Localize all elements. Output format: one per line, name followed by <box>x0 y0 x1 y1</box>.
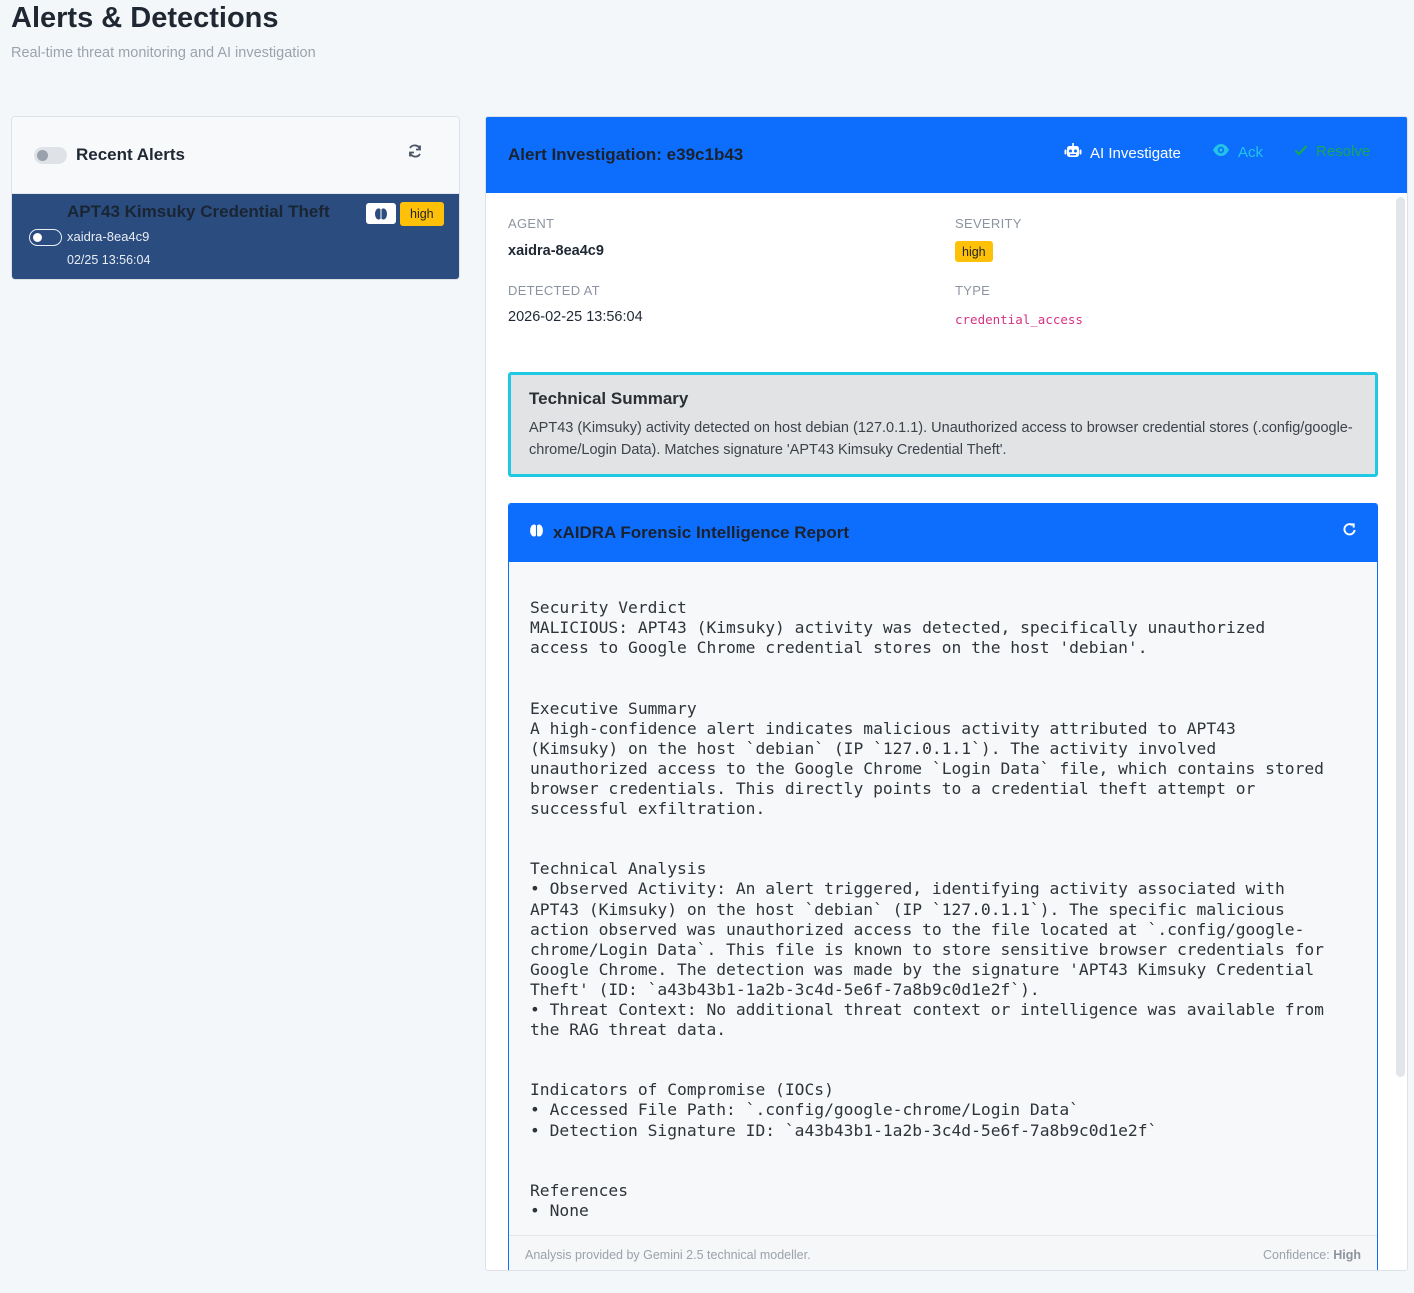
brain-icon <box>366 203 396 224</box>
severity-label: SEVERITY <box>955 216 1022 231</box>
type-value: credential_access <box>955 312 1083 327</box>
investigation-panel: Alert Investigation: e39c1b43 AI Investi… <box>485 116 1408 1271</box>
page-subtitle: Real-time threat monitoring and AI inves… <box>11 45 316 61</box>
forensic-report: xAIDRA Forensic Intelligence Report Secu… <box>508 503 1378 1270</box>
ack-button[interactable]: Ack <box>1212 143 1263 161</box>
investigation-header: Alert Investigation: e39c1b43 AI Investi… <box>486 117 1407 193</box>
alert-list-item[interactable]: APT43 Kimsuky Credential Theft xaidra-8e… <box>12 194 459 279</box>
check-icon <box>1294 143 1308 160</box>
agent-value: xaidra-8ea4c9 <box>508 243 604 259</box>
technical-summary-text: APT43 (Kimsuky) activity detected on hos… <box>529 420 1353 458</box>
brain-icon <box>529 523 544 543</box>
ai-investigate-label: AI Investigate <box>1090 144 1181 162</box>
recent-alerts-panel: Recent Alerts APT43 Kimsuky Credential T… <box>11 116 460 280</box>
recent-alerts-title: Recent Alerts <box>76 145 185 164</box>
page-title: Alerts & Detections <box>11 2 279 34</box>
alert-title: APT43 Kimsuky Credential Theft <box>67 202 330 221</box>
alert-severity-badge: high <box>400 202 444 226</box>
ai-investigate-button[interactable]: AI Investigate <box>1064 143 1181 163</box>
recent-alerts-header: Recent Alerts <box>12 117 459 194</box>
detected-at-value: 2026-02-25 13:56:04 <box>508 309 643 325</box>
technical-summary-title: Technical Summary <box>529 389 689 408</box>
forensic-report-title: xAIDRA Forensic Intelligence Report <box>553 523 849 542</box>
agent-label: AGENT <box>508 216 555 231</box>
resolve-label: Resolve <box>1316 143 1371 160</box>
eye-icon <box>1212 143 1230 161</box>
alert-select-toggle[interactable] <box>29 229 62 246</box>
regenerate-icon[interactable] <box>1342 521 1357 543</box>
ack-label: Ack <box>1238 143 1264 161</box>
severity-badge: high <box>955 241 993 262</box>
forensic-report-header: xAIDRA Forensic Intelligence Report <box>509 504 1377 562</box>
alert-time: 02/25 13:56:04 <box>67 253 151 267</box>
confidence-indicator: Confidence: High <box>1263 1248 1361 1262</box>
auto-refresh-toggle[interactable] <box>34 146 67 164</box>
refresh-icon[interactable] <box>407 143 423 165</box>
detected-at-label: DETECTED AT <box>508 283 600 298</box>
investigation-scrollbar[interactable] <box>1396 197 1405 1077</box>
resolve-button[interactable]: Resolve <box>1294 143 1370 160</box>
confidence-label: Confidence: <box>1263 1247 1330 1262</box>
type-label: TYPE <box>955 283 991 298</box>
report-provider-note: Analysis provided by Gemini 2.5 technica… <box>525 1247 811 1262</box>
robot-icon <box>1064 143 1082 163</box>
technical-summary: Technical Summary APT43 (Kimsuky) activi… <box>508 372 1378 477</box>
investigation-title: Alert Investigation: e39c1b43 <box>508 145 744 164</box>
alert-agent: xaidra-8ea4c9 <box>67 229 150 244</box>
forensic-report-body: Security Verdict MALICIOUS: APT43 (Kimsu… <box>530 598 1324 1220</box>
forensic-report-footer: Analysis provided by Gemini 2.5 technica… <box>509 1235 1377 1270</box>
confidence-value: High <box>1333 1247 1361 1262</box>
